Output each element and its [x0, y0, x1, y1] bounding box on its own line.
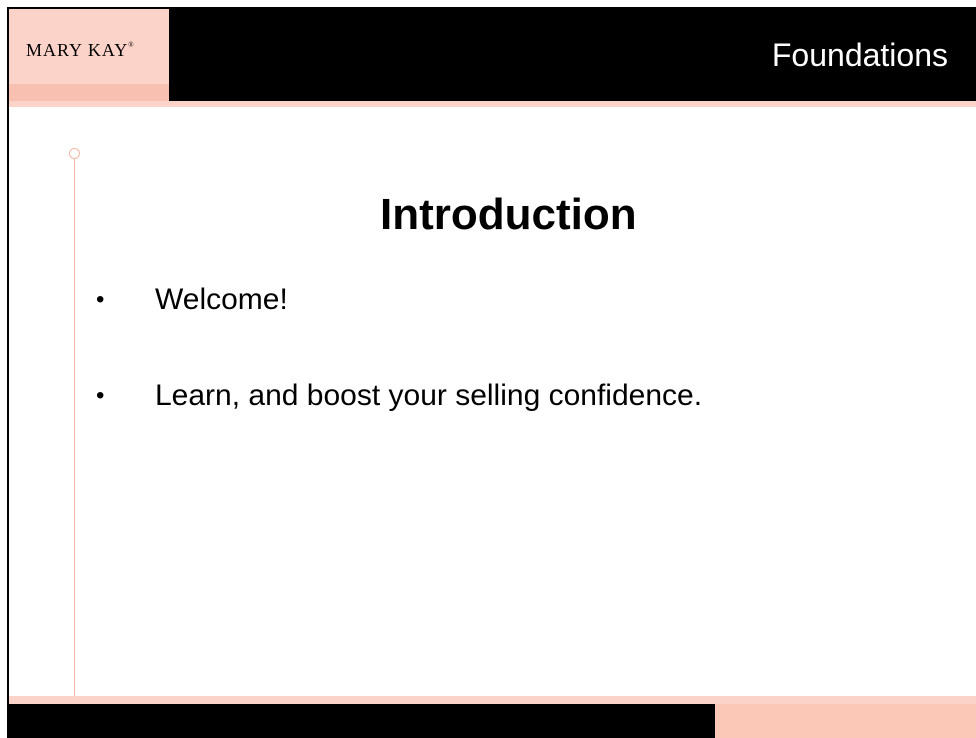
footer-accent-block: [715, 704, 976, 738]
footer-accent-stripe: [9, 696, 976, 704]
brand-logo: MARY KAY®: [26, 40, 135, 61]
header-accent-stripe: [9, 101, 976, 107]
slide-frame-left-edge: [7, 7, 9, 738]
decorative-line-vertical: [74, 158, 75, 726]
brand-logo-mark: ®: [128, 41, 135, 49]
bullet-text: Welcome!: [155, 283, 288, 316]
bullet-text: Learn, and boost your selling confidence…: [155, 379, 703, 412]
bullet-icon: •: [96, 286, 105, 313]
slide-title: Introduction: [380, 190, 637, 239]
header-title: Foundations: [771, 37, 948, 73]
footer-bar: [9, 704, 715, 738]
logo-box-accent: [9, 84, 169, 101]
bullet-icon: •: [96, 382, 105, 409]
slide: MARY KAY® Foundations Introduction • Wel…: [0, 0, 976, 738]
brand-logo-text: MARY KAY: [26, 40, 129, 60]
